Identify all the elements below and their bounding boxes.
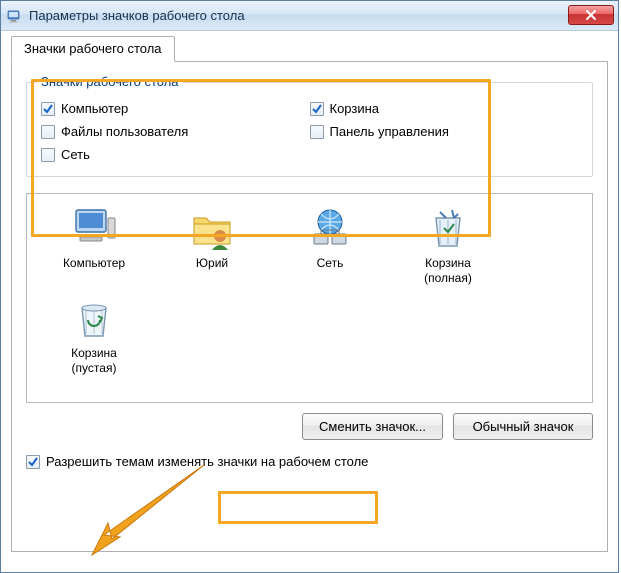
check-label: Сеть xyxy=(61,147,90,162)
check-item[interactable]: Корзина xyxy=(310,97,579,120)
computer-icon xyxy=(70,204,118,252)
allow-themes-label: Разрешить темам изменять значки на рабоч… xyxy=(46,454,368,469)
groupbox-legend: Значки рабочего стола xyxy=(37,74,183,89)
allow-themes-checkbox-row[interactable]: Разрешить темам изменять значки на рабоч… xyxy=(26,454,593,469)
dialog-window: Параметры значков рабочего стола Значки … xyxy=(0,0,619,573)
check-item[interactable]: Файлы пользователя xyxy=(41,120,310,143)
check-item[interactable]: Сеть xyxy=(41,143,310,166)
icon-label: Корзина(полная) xyxy=(389,256,507,286)
recycle-full-icon xyxy=(424,204,472,252)
tab-desktop-icons[interactable]: Значки рабочего стола xyxy=(11,36,175,62)
button-row: Сменить значок... Обычный значок xyxy=(26,413,593,440)
button-label: Сменить значок... xyxy=(319,419,426,434)
icon-list[interactable]: КомпьютерЮрийСетьКорзина(полная) Корзина(… xyxy=(26,193,593,403)
checkbox[interactable] xyxy=(41,125,55,139)
app-icon xyxy=(7,8,23,24)
icon-item[interactable]: Компьютер xyxy=(35,204,153,286)
icon-label: Юрий xyxy=(153,256,271,271)
change-icon-button[interactable]: Сменить значок... xyxy=(302,413,443,440)
tab-strip: Значки рабочего стола xyxy=(11,36,608,62)
title-bar: Параметры значков рабочего стола xyxy=(1,1,618,31)
icon-item[interactable]: Сеть xyxy=(271,204,389,286)
restore-icon-button[interactable]: Обычный значок xyxy=(453,413,593,440)
icon-item[interactable]: Корзина(полная) xyxy=(389,204,507,286)
check-label: Файлы пользователя xyxy=(61,124,188,139)
checkbox[interactable] xyxy=(41,148,55,162)
check-label: Компьютер xyxy=(61,101,128,116)
close-icon xyxy=(585,10,597,20)
groupbox-desktop-icons: Значки рабочего стола КомпьютерКорзинаФа… xyxy=(26,82,593,177)
icon-label: Сеть xyxy=(271,256,389,271)
icon-label: Компьютер xyxy=(35,256,153,271)
check-label: Корзина xyxy=(330,101,380,116)
close-button[interactable] xyxy=(568,5,614,25)
user-folder-icon xyxy=(188,204,236,252)
window-title: Параметры значков рабочего стола xyxy=(29,8,568,23)
icon-item[interactable]: Корзина(пустая) xyxy=(35,294,153,376)
tab-label: Значки рабочего стола xyxy=(24,41,162,56)
button-label: Обычный значок xyxy=(473,419,574,434)
client-area: Значки рабочего стола Значки рабочего ст… xyxy=(1,31,618,562)
check-item[interactable]: Панель управления xyxy=(310,120,579,143)
checkbox[interactable] xyxy=(310,102,324,116)
checkbox[interactable] xyxy=(310,125,324,139)
tab-content: Значки рабочего стола Компьютер Корзина Фа… xyxy=(11,62,608,552)
recycle-empty-icon xyxy=(70,294,118,342)
checkbox[interactable] xyxy=(26,455,40,469)
check-item[interactable]: Компьютер xyxy=(41,97,310,120)
check-label: Панель управления xyxy=(330,124,449,139)
icon-item[interactable]: Юрий xyxy=(153,204,271,286)
icon-label: Корзина(пустая) xyxy=(35,346,153,376)
checkbox[interactable] xyxy=(41,102,55,116)
network-icon xyxy=(306,204,354,252)
